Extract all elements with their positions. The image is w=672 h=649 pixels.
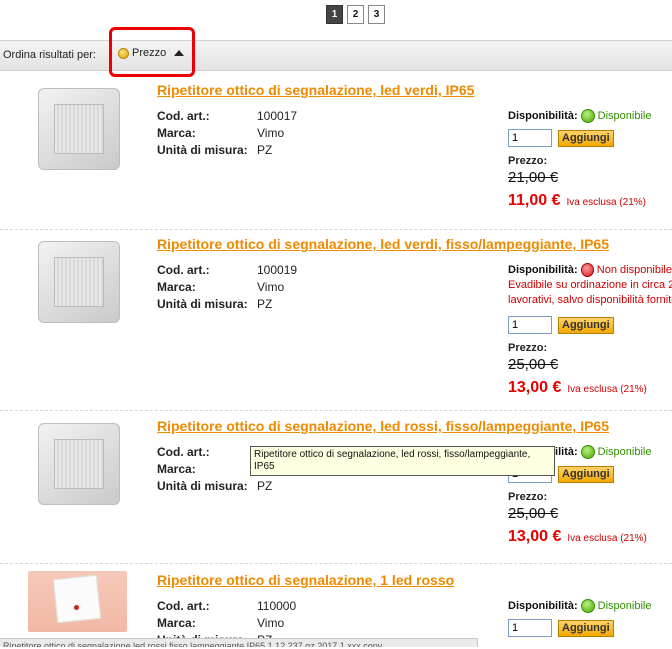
old-price: 25,00 € [508, 356, 559, 373]
unit-label: Unità di misura: [157, 143, 248, 157]
product-image[interactable] [38, 241, 120, 323]
unit-value: PZ [257, 479, 273, 493]
page-3-button[interactable]: 3 [368, 5, 385, 24]
add-to-cart-button[interactable]: Aggiungi [558, 619, 614, 637]
status-bar: Ripetitore ottico di segnalazione led ro… [0, 638, 478, 647]
brand-label: Marca: [157, 462, 196, 476]
availability-status: Non disponibile [596, 264, 672, 276]
quantity-input[interactable] [508, 619, 552, 637]
current-price: 11,00 € [508, 192, 561, 209]
title-tooltip: Ripetitore ottico di segnalazione, led r… [250, 446, 555, 476]
brand-value: Vimo [257, 126, 285, 140]
product-image[interactable] [38, 88, 120, 170]
add-to-cart-button[interactable]: Aggiungi [558, 465, 614, 483]
divider [0, 229, 672, 230]
current-price: 13,00 € [508, 528, 562, 545]
quantity-input[interactable] [508, 129, 552, 147]
pagination: 1 2 3 [326, 5, 385, 24]
code-label: Cod. art.: [157, 109, 210, 123]
product-image[interactable] [38, 423, 120, 505]
quantity-input[interactable] [508, 316, 552, 334]
brand-value: Vimo [257, 616, 285, 630]
price-label: Prezzo: [508, 155, 548, 167]
code-label: Cod. art.: [157, 445, 210, 459]
old-price: 21,00 € [508, 169, 559, 186]
product-specs: Cod. art.: 100017 Marca: Vimo Unità di mis… [157, 108, 297, 159]
purchase-panel: Disponibilità: Disponibile Aggiungi Prez… [508, 109, 672, 210]
sort-bar: Ordina risultati per: [0, 40, 672, 71]
product-specs: Cod. art.: 100019 Marca: Vimo Unità di mis… [157, 262, 297, 313]
add-to-cart-button[interactable]: Aggiungi [558, 129, 614, 147]
available-smiley-icon [580, 599, 595, 613]
vat-note: Iva esclusa (21%) [566, 197, 646, 208]
old-price: 25,00 € [508, 505, 559, 522]
sort-highlight-box [109, 27, 195, 77]
availability-note: lavorativi, salvo disponibilità fornito [508, 294, 672, 306]
brand-label: Marca: [157, 616, 196, 630]
code-label: Cod. art.: [157, 263, 210, 277]
page-2-button[interactable]: 2 [347, 5, 364, 24]
product-image[interactable] [28, 571, 127, 632]
vat-note: Iva esclusa (21%) [567, 384, 647, 395]
code-label: Cod. art.: [157, 599, 210, 613]
availability-label: Disponibilità: [508, 264, 578, 276]
current-price: 13,00 € [508, 379, 562, 396]
vat-note: Iva esclusa (21%) [567, 533, 647, 544]
price-label: Prezzo: [508, 491, 548, 503]
purchase-panel: Disponibilità: Non disponibile Evadibile… [508, 263, 672, 397]
availability-label: Disponibilità: [508, 110, 578, 122]
code-value: 100019 [257, 263, 298, 277]
availability-status: Disponibile [597, 600, 652, 612]
divider [0, 410, 672, 411]
page-1-button[interactable]: 1 [326, 5, 343, 24]
brand-value: Vimo [257, 280, 285, 294]
add-to-cart-button[interactable]: Aggiungi [558, 316, 614, 334]
code-value: 110000 [257, 599, 297, 613]
code-value: 100017 [257, 109, 298, 123]
availability-status: Disponibile [597, 110, 652, 122]
sort-label: Ordina risultati per: [3, 49, 96, 61]
product-title-link[interactable]: Ripetitore ottico di segnalazione, led r… [157, 418, 609, 434]
divider [0, 563, 672, 564]
unit-label: Unità di misura: [157, 297, 248, 311]
unit-label: Unità di misura: [157, 479, 248, 493]
brand-label: Marca: [157, 280, 196, 294]
unit-value: PZ [257, 143, 273, 157]
product-title-link[interactable]: Ripetitore ottico di segnalazione, led v… [157, 82, 474, 98]
brand-label: Marca: [157, 126, 196, 140]
product-title-link[interactable]: Ripetitore ottico di segnalazione, 1 led… [157, 572, 454, 588]
product-title-link[interactable]: Ripetitore ottico di segnalazione, led v… [157, 236, 609, 252]
availability-status: Disponibile [597, 446, 652, 458]
price-label: Prezzo: [508, 342, 548, 354]
purchase-panel: Disponibilità: Disponibile Aggiungi [508, 599, 672, 637]
unit-value: PZ [257, 297, 273, 311]
availability-label: Disponibilità: [508, 600, 578, 612]
available-smiley-icon [580, 109, 595, 123]
availability-note: Evadibile su ordinazione in circa 2 [508, 279, 672, 291]
unavailable-sad-icon [580, 263, 594, 277]
available-smiley-icon [580, 445, 595, 459]
